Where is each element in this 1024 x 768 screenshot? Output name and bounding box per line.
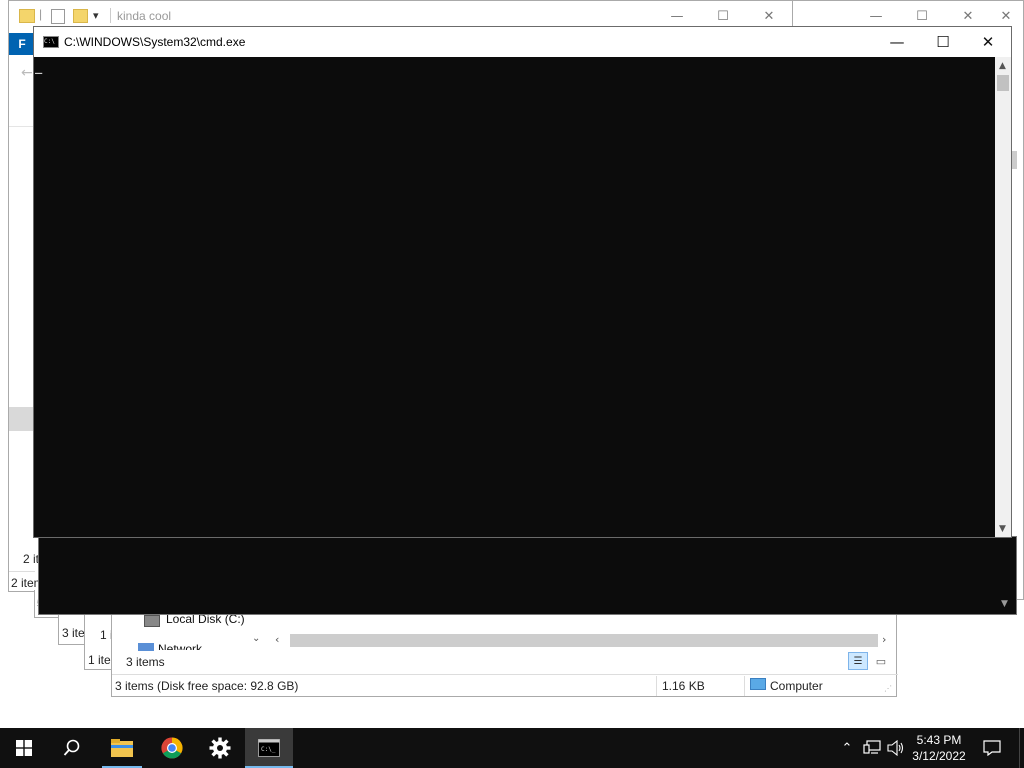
network-icon (138, 643, 154, 651)
vertical-scrollbar[interactable]: ▲ ▼ (995, 57, 1011, 537)
clock[interactable]: 5:43 PM 3/12/2022 (908, 728, 970, 768)
volume-tray-button[interactable] (884, 728, 908, 768)
back-arrow-icon[interactable]: ← (21, 65, 33, 81)
search-icon (63, 739, 80, 756)
taskbar-settings[interactable] (196, 728, 244, 768)
volume-icon (887, 740, 904, 756)
cmd-app-icon: C:\ (43, 36, 59, 48)
new-folder-icon[interactable] (73, 9, 88, 23)
nav-selected-row[interactable] (9, 407, 35, 431)
status-divider (9, 571, 35, 572)
resize-grip-icon[interactable]: ⋰ (884, 684, 892, 693)
status-location: Computer (770, 679, 823, 693)
quick-access-dropdown-icon[interactable]: ▾ (93, 9, 99, 22)
clock-date: 3/12/2022 (912, 749, 966, 763)
file-explorer-icon (111, 739, 133, 757)
title-separator (110, 8, 111, 23)
large-icons-view-button[interactable]: ▭ (872, 652, 890, 670)
close-button[interactable]: ✕ (965, 27, 1011, 57)
cmd-icon: C:\_ (258, 739, 280, 757)
cmd-window[interactable]: C:\ C:\WINDOWS\System32\cmd.exe — ☐ ✕ _ … (33, 26, 1012, 538)
quick-access-separator: | (39, 7, 43, 21)
scroll-down-icon[interactable]: ▼ (995, 521, 1010, 536)
svg-text:C:\_: C:\_ (261, 746, 276, 753)
chevron-up-icon: ⌃ (841, 740, 853, 756)
network-tray-button[interactable] (860, 728, 884, 768)
scrollbar-thumb[interactable] (997, 75, 1009, 91)
show-hidden-icons-button[interactable]: ⌃ (836, 728, 858, 768)
action-center-button[interactable] (978, 728, 1006, 768)
properties-icon[interactable] (51, 9, 65, 24)
search-button[interactable] (48, 728, 96, 768)
notification-icon (983, 740, 1001, 756)
status-size: 1.16 KB (662, 679, 705, 693)
hscroll-right-icon[interactable]: › (882, 633, 886, 646)
items-count: 3 items (126, 655, 165, 669)
taskbar-chrome[interactable] (148, 728, 196, 768)
console-area[interactable]: _ (34, 57, 995, 537)
status-item-count-2: 1 ite (88, 653, 111, 667)
ribbon-file-tab[interactable]: F (9, 33, 35, 55)
clock-time: 5:43 PM (916, 733, 962, 747)
start-button[interactable] (0, 728, 48, 768)
status-disk-space: 3 items (Disk free space: 92.8 GB) (115, 679, 299, 693)
status-bar-divider (112, 674, 898, 675)
explorer-window-front[interactable]: Local Disk (C:) Network ⌄ ‹ › 3 items ☰ … (111, 612, 898, 697)
taskbar-file-explorer[interactable] (98, 728, 146, 768)
pane-divider (9, 126, 35, 127)
text-cursor: _ (35, 60, 43, 74)
window-title: kinda cool (117, 9, 172, 23)
network-icon (863, 740, 881, 754)
cmd-window-title: C:\WINDOWS\System32\cmd.exe (64, 35, 246, 49)
console-shadow-window: ▼ (38, 536, 1017, 615)
drive-icon (144, 615, 160, 627)
folder-icon (19, 9, 35, 23)
status-item-count: 3 ite (62, 626, 85, 640)
show-desktop-button[interactable] (1019, 728, 1024, 768)
computer-icon (750, 678, 766, 690)
status-item-count: 2 it (23, 552, 40, 566)
gear-icon (209, 737, 231, 759)
maximize-button[interactable]: ☐ (920, 27, 966, 57)
status-separator (656, 676, 657, 696)
details-view-button[interactable]: ☰ (848, 652, 868, 670)
status-separator-2 (744, 676, 745, 696)
taskbar-cmd[interactable]: C:\_ (245, 728, 293, 768)
horizontal-scrollbar[interactable] (290, 634, 878, 647)
scroll-down-icon[interactable]: ▼ (1001, 599, 1008, 609)
cmd-title-bar[interactable]: C:\ C:\WINDOWS\System32\cmd.exe — ☐ ✕ (34, 27, 1011, 57)
scroll-up-icon[interactable]: ▲ (995, 58, 1010, 73)
nav-network[interactable]: Network (158, 642, 202, 650)
hscroll-left-icon[interactable]: ‹ (275, 633, 279, 646)
chrome-icon (161, 737, 183, 759)
minimize-button[interactable]: — (874, 27, 920, 57)
windows-logo-icon (16, 740, 32, 756)
nav-scroll-down-icon[interactable]: ⌄ (252, 633, 260, 644)
